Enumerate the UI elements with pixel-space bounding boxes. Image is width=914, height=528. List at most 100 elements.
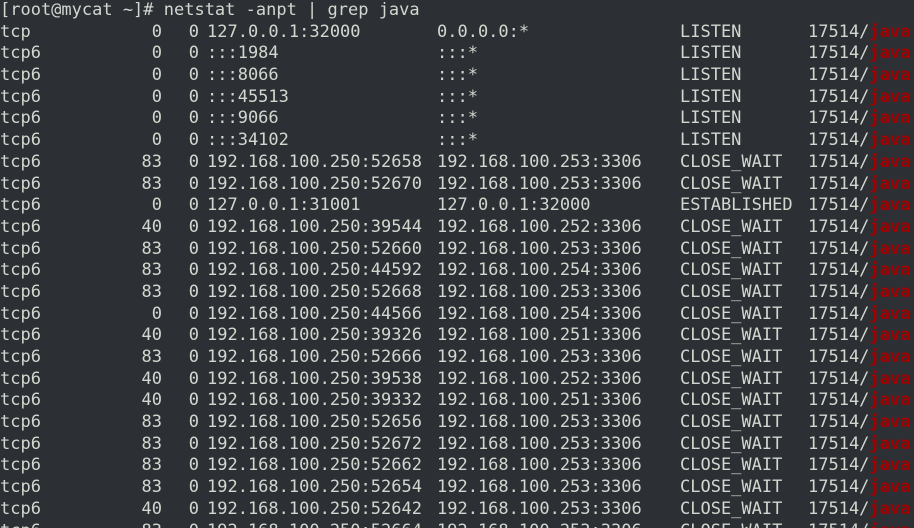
cell-pid-program: 17514/java	[808, 238, 911, 261]
grep-match-program-name: java	[869, 108, 911, 129]
cell-send-q: 0	[188, 238, 199, 259]
terminal-window[interactable]: [root@mycat ~]# netstat -anpt | grep jav…	[0, 0, 914, 528]
cell-state: ESTABLISHED	[680, 195, 793, 216]
table-row: tcp6 0 0:::8066:::* LISTEN 17514/java	[0, 65, 914, 87]
cell-local-address: 192.168.100.250:52666	[207, 347, 422, 367]
cell-local-address: 192.168.100.250:39326	[207, 325, 422, 346]
grep-match-program-name: java	[869, 390, 911, 411]
cell-recv-q: 83	[141, 281, 162, 302]
cell-state: CLOSE_WAIT	[680, 151, 783, 172]
shell-prompt-line: [root@mycat ~]# netstat -anpt | grep jav…	[0, 0, 420, 20]
cell-foreign-address: 192.168.100.252:3306	[437, 368, 642, 389]
cell-pid-program: 17514/java	[808, 282, 910, 304]
pid-number: 17514/	[808, 216, 870, 237]
cell-state: CLOSE_WAIT	[680, 521, 808, 528]
grep-match-program-name: java	[869, 43, 911, 64]
table-row: tcp6 0 0 192.168.100.250:44566 192.168.100.2…	[0, 304, 914, 326]
cell-local-address: 192.168.100.250:44566	[207, 303, 422, 324]
grep-match-program-name: java	[869, 130, 911, 151]
cell-local-address: :::8066	[207, 65, 279, 86]
cell-pid-program: 17514/java	[808, 303, 911, 326]
cell-pid-program: 17514/java	[808, 455, 910, 477]
cell-proto: tcp6	[0, 65, 41, 86]
cell-proto: tcp6	[0, 325, 41, 346]
pid-number: 17514/	[808, 368, 870, 389]
table-row: tcp6 0 0:::34102:::* LISTEN 17514/java	[0, 130, 914, 152]
table-row: tcp6 40 0 192.168.100.250:39332 192.168.100.…	[0, 390, 914, 412]
grep-match-program-name: java	[869, 368, 911, 389]
cell-state: CLOSE_WAIT	[680, 498, 783, 519]
grep-match-program-name: java	[869, 238, 911, 259]
cell-pid-program: 17514/java	[808, 325, 910, 347]
cell-proto: tcp6	[0, 455, 41, 476]
cell-send-q: 0	[188, 151, 199, 172]
cell-pid-program: 17514/java	[808, 86, 910, 109]
cell-foreign-address: 192.168.100.251:3306	[437, 325, 642, 346]
cell-recv-q: 0	[151, 43, 162, 64]
cell-local-address: 127.0.0.1:32000	[207, 21, 361, 42]
cell-local-address: 192.168.100.250:39544	[207, 216, 422, 237]
cell-pid-program: 17514/java	[808, 260, 910, 282]
cell-recv-q: 40	[141, 368, 162, 389]
cell-proto: tcp6	[0, 498, 41, 519]
cell-pid-program: 17514/java	[808, 433, 910, 456]
cell-recv-q: 83	[141, 477, 162, 498]
pid-number: 17514/	[808, 433, 870, 454]
table-row: tcp6 0 0:::1984:::* LISTEN 17514/java	[0, 43, 914, 65]
cell-state: CLOSE_WAIT	[680, 216, 783, 237]
grep-match-program-name: java	[869, 21, 911, 42]
cell-pid-program: 17514/java	[808, 477, 911, 499]
cell-proto: tcp6	[0, 260, 41, 281]
cell-state: LISTEN	[680, 65, 742, 86]
cell-send-q: 0	[188, 65, 199, 86]
table-row: tcp6 83 0 192.168.100.250:52658 192.168.100.…	[0, 152, 914, 174]
cell-state: CLOSE_WAIT	[680, 368, 783, 389]
grep-match-program-name: java	[869, 303, 911, 324]
pid-number: 17514/	[808, 130, 870, 151]
cell-pid-program: 17514/java	[808, 152, 910, 174]
cell-send-q: 0	[188, 86, 199, 107]
cell-state: CLOSE_WAIT	[680, 455, 783, 476]
cell-state: LISTEN	[680, 43, 742, 64]
pid-number: 17514/	[808, 86, 870, 107]
pid-number: 17514/	[808, 498, 870, 519]
table-row: tcp6 83 0 192.168.100.250:52666 192.168.100.…	[0, 347, 914, 369]
cell-recv-q: 83	[141, 151, 162, 172]
cell-state: CLOSE_WAIT	[680, 390, 783, 411]
cell-foreign-address: 192.168.100.253:3306	[437, 433, 642, 454]
cell-send-q: 0	[188, 108, 199, 129]
cell-send-q: 0	[188, 368, 199, 389]
table-row: tcp6 0 0:::45513:::* LISTEN 17514/java	[0, 87, 914, 109]
cell-local-address: :::1984	[207, 43, 279, 64]
cell-send-q: 0	[188, 130, 199, 151]
cell-state: CLOSE_WAIT	[680, 347, 783, 367]
cell-pid-program: 17514/java	[808, 216, 910, 239]
cell-local-address: 192.168.100.250:52654	[207, 477, 422, 498]
cell-state: CLOSE_WAIT	[680, 173, 783, 194]
table-row: tcp6 83 0 192.168.100.250:44592 192.168.100.…	[0, 260, 914, 282]
cell-pid-program: 17514/java	[808, 521, 910, 528]
cell-local-address: 192.168.100.250:52664	[199, 521, 437, 528]
cell-send-q: 0	[188, 303, 199, 324]
table-row: tcp6 83 0 192.168.100.250:52660 192.168.100.…	[0, 239, 914, 261]
cell-local-address: :::9066	[207, 108, 279, 129]
cell-send-q: 0	[188, 412, 199, 433]
pid-number: 17514/	[808, 477, 870, 498]
cell-foreign-address: 192.168.100.251:3306	[437, 390, 642, 411]
cell-proto: tcp6	[0, 412, 41, 433]
pid-number: 17514/	[808, 195, 870, 216]
cell-local-address: 192.168.100.250:52668	[207, 281, 422, 302]
cell-proto: tcp6	[0, 216, 41, 237]
cell-proto: tcp6	[0, 281, 41, 302]
cell-recv-q: 83	[141, 173, 162, 194]
cell-foreign-address: 192.168.100.253:3306	[437, 347, 642, 367]
grep-match-program-name: java	[869, 477, 911, 498]
cell-local-address: 192.168.100.250:52672	[207, 433, 422, 454]
cell-local-address: 192.168.100.250:52658	[207, 151, 422, 172]
pid-number: 17514/	[808, 412, 870, 433]
table-row: tcp6 83 0 192.168.100.250:52668 192.168.100.…	[0, 282, 914, 304]
cell-send-q: 0	[188, 455, 199, 476]
pid-number: 17514/	[808, 238, 870, 259]
cell-foreign-address: 192.168.100.252:3306	[437, 216, 642, 237]
cell-recv-q: 40	[141, 325, 162, 346]
